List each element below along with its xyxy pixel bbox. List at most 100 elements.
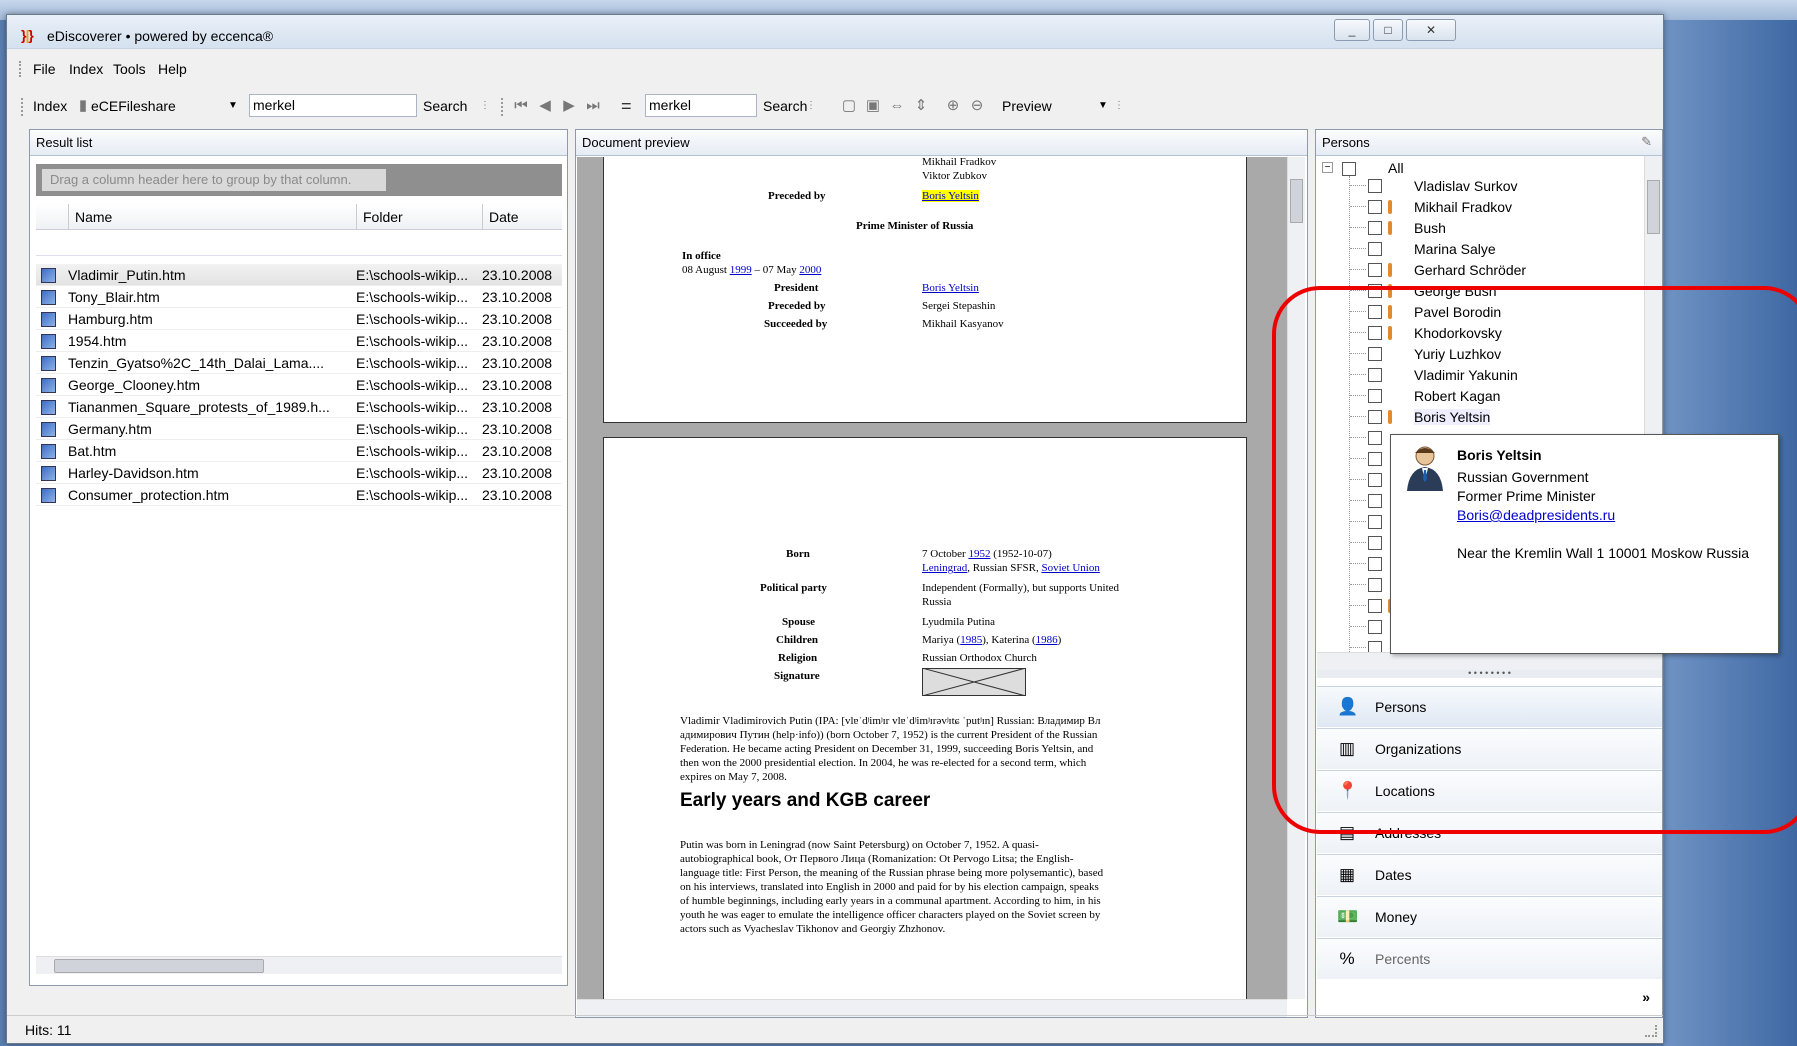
person-checkbox[interactable] <box>1368 179 1382 193</box>
menu-help[interactable]: Help <box>158 61 187 77</box>
born-year-link[interactable]: 1952 <box>968 548 990 560</box>
page1-preceded-link[interactable]: Boris Yeltsin <box>922 190 979 202</box>
person-tree-item[interactable]: Pavel Borodin <box>1316 302 1636 322</box>
fit-width-icon[interactable]: ⇔ <box>887 97 907 117</box>
person-tree-item[interactable]: Vladislav Surkov <box>1316 176 1636 196</box>
index-select[interactable]: eCEFileshare <box>91 98 176 114</box>
table-row[interactable]: Hamburg.htm E:\schools-wikip... 23.10.2008 <box>36 308 562 330</box>
fit-height-icon[interactable]: ⇕ <box>911 97 931 117</box>
born-place-link[interactable]: Leningrad <box>922 562 967 574</box>
person-tree-item[interactable]: Marina Salye <box>1316 239 1636 259</box>
person-tree-item[interactable]: Yuriy Luzhkov <box>1316 344 1636 364</box>
filter-row[interactable] <box>36 230 562 256</box>
children-year-a-link[interactable]: 1985 <box>960 634 982 646</box>
person-checkbox[interactable] <box>1368 494 1382 508</box>
toolbar-overflow-icon-preview[interactable]: ⋮ <box>1113 97 1125 117</box>
toolbar-overflow-icon[interactable]: ⋮ <box>479 97 491 117</box>
person-tree-item[interactable]: Bush <box>1316 218 1636 238</box>
person-tree-item-hidden[interactable] <box>1316 470 1382 490</box>
person-checkbox[interactable] <box>1368 263 1382 277</box>
menu-tools[interactable]: Tools <box>113 61 146 77</box>
person-checkbox[interactable] <box>1368 578 1382 592</box>
collapse-icon[interactable]: − <box>1322 162 1333 173</box>
first-hit-icon[interactable]: ⏮ <box>511 97 531 117</box>
person-checkbox[interactable] <box>1368 473 1382 487</box>
in-office-year-b-link[interactable]: 2000 <box>799 264 821 276</box>
person-checkbox[interactable] <box>1368 599 1382 613</box>
table-row[interactable]: Tony_Blair.htm E:\schools-wikip... 23.10.2… <box>36 286 562 308</box>
search-button-right[interactable]: Search <box>763 98 807 114</box>
person-checkbox[interactable] <box>1368 536 1382 550</box>
more-categories-icon[interactable]: » <box>1642 989 1650 1005</box>
category-persons[interactable]: 👤 Persons <box>1317 686 1662 727</box>
person-checkbox[interactable] <box>1368 242 1382 256</box>
column-name[interactable]: Name <box>68 204 356 230</box>
person-tree-item[interactable]: George Bush <box>1316 281 1636 301</box>
person-checkbox[interactable] <box>1368 557 1382 571</box>
person-checkbox[interactable] <box>1368 389 1382 403</box>
search-button-left[interactable]: Search <box>423 98 467 114</box>
preview-vertical-scrollbar[interactable] <box>1287 157 1305 999</box>
person-tree-item[interactable]: Khodorkovsky <box>1316 323 1636 343</box>
view-mode-select[interactable]: Preview <box>1002 98 1052 114</box>
splitter-handle[interactable]: • • • • • • • • <box>1317 669 1662 678</box>
born-country-link[interactable]: Soviet Union <box>1041 562 1099 574</box>
person-tree-item-hidden[interactable] <box>1316 491 1382 511</box>
last-hit-icon[interactable]: ⏭ <box>583 97 603 117</box>
category-organizations[interactable]: ▥ Organizations <box>1317 728 1662 769</box>
person-checkbox[interactable] <box>1368 368 1382 382</box>
pin-icon[interactable]: ✎ <box>1641 134 1652 150</box>
minimize-button[interactable]: _ <box>1334 19 1370 41</box>
close-button[interactable]: ✕ <box>1406 19 1456 41</box>
table-row[interactable]: 1954.htm E:\schools-wikip... 23.10.2008 <box>36 330 562 352</box>
zoom-out-icon[interactable]: ⊖ <box>967 97 987 117</box>
person-checkbox[interactable] <box>1368 221 1382 235</box>
person-checkbox[interactable] <box>1368 305 1382 319</box>
table-row[interactable]: Consumer_protection.htm E:\schools-wikip.… <box>36 484 562 506</box>
table-row[interactable]: Vladimir_Putin.htm E:\schools-wikip... 23.… <box>36 264 562 286</box>
person-checkbox[interactable] <box>1368 284 1382 298</box>
search-input-left[interactable]: merkel <box>249 94 417 117</box>
category-dates[interactable]: ▦ Dates <box>1317 854 1662 895</box>
menu-file[interactable]: File <box>33 61 56 77</box>
category-addresses[interactable]: ▤ Addresses <box>1317 812 1662 853</box>
column-folder[interactable]: Folder <box>356 204 482 230</box>
horizontal-scrollbar[interactable] <box>36 956 562 974</box>
table-row[interactable]: Bat.htm E:\schools-wikip... 23.10.2008 <box>36 440 562 462</box>
horizontal-scroll-thumb[interactable] <box>54 959 264 973</box>
resize-grip-icon[interactable] <box>1645 1025 1657 1037</box>
zoom-in-icon[interactable]: ⊕ <box>943 97 963 117</box>
next-hit-icon[interactable]: ▶ <box>559 97 579 117</box>
person-checkbox[interactable] <box>1368 200 1382 214</box>
persons-scroll-thumb[interactable] <box>1647 180 1660 234</box>
person-checkbox[interactable] <box>1368 620 1382 634</box>
table-row[interactable]: Tiananmen_Square_protests_of_1989.h... E:… <box>36 396 562 418</box>
person-checkbox[interactable] <box>1368 452 1382 466</box>
previous-hit-icon[interactable]: ◀ <box>535 97 555 117</box>
person-checkbox[interactable] <box>1368 326 1382 340</box>
table-row[interactable]: Germany.htm E:\schools-wikip... 23.10.2008 <box>36 418 562 440</box>
column-date[interactable]: Date <box>482 204 562 230</box>
person-tree-item-hidden[interactable] <box>1316 449 1382 469</box>
person-tree-item-hidden[interactable] <box>1316 428 1382 448</box>
category-money[interactable]: 💵 Money <box>1317 896 1662 937</box>
person-tree-item[interactable]: Boris Yeltsin <box>1316 407 1636 427</box>
toolbar-overflow-icon-right[interactable]: ⋮ <box>805 97 817 117</box>
person-checkbox[interactable] <box>1368 515 1382 529</box>
equals-button[interactable]: = <box>621 96 632 117</box>
category-percents[interactable]: % Percents <box>1317 938 1662 979</box>
two-page-icon[interactable]: ▣ <box>863 97 883 117</box>
maximize-button[interactable]: □ <box>1373 19 1403 41</box>
person-checkbox[interactable] <box>1368 431 1382 445</box>
view-mode-dropdown-icon[interactable]: ▼ <box>1093 97 1113 117</box>
preview-scroll-thumb[interactable] <box>1290 179 1303 223</box>
person-tree-item[interactable]: Vladimir Yakunin <box>1316 365 1636 385</box>
person-tree-item-hidden[interactable] <box>1316 617 1382 637</box>
person-tree-item-hidden[interactable] <box>1316 575 1382 595</box>
in-office-year-a-link[interactable]: 1999 <box>730 264 752 276</box>
person-tree-item-hidden[interactable] <box>1316 554 1382 574</box>
person-checkbox[interactable] <box>1368 347 1382 361</box>
person-tree-item[interactable]: Gerhard Schröder <box>1316 260 1636 280</box>
person-tree-item-hidden[interactable] <box>1316 512 1382 532</box>
table-row[interactable]: Harley-Davidson.htm E:\schools-wikip... 23… <box>36 462 562 484</box>
